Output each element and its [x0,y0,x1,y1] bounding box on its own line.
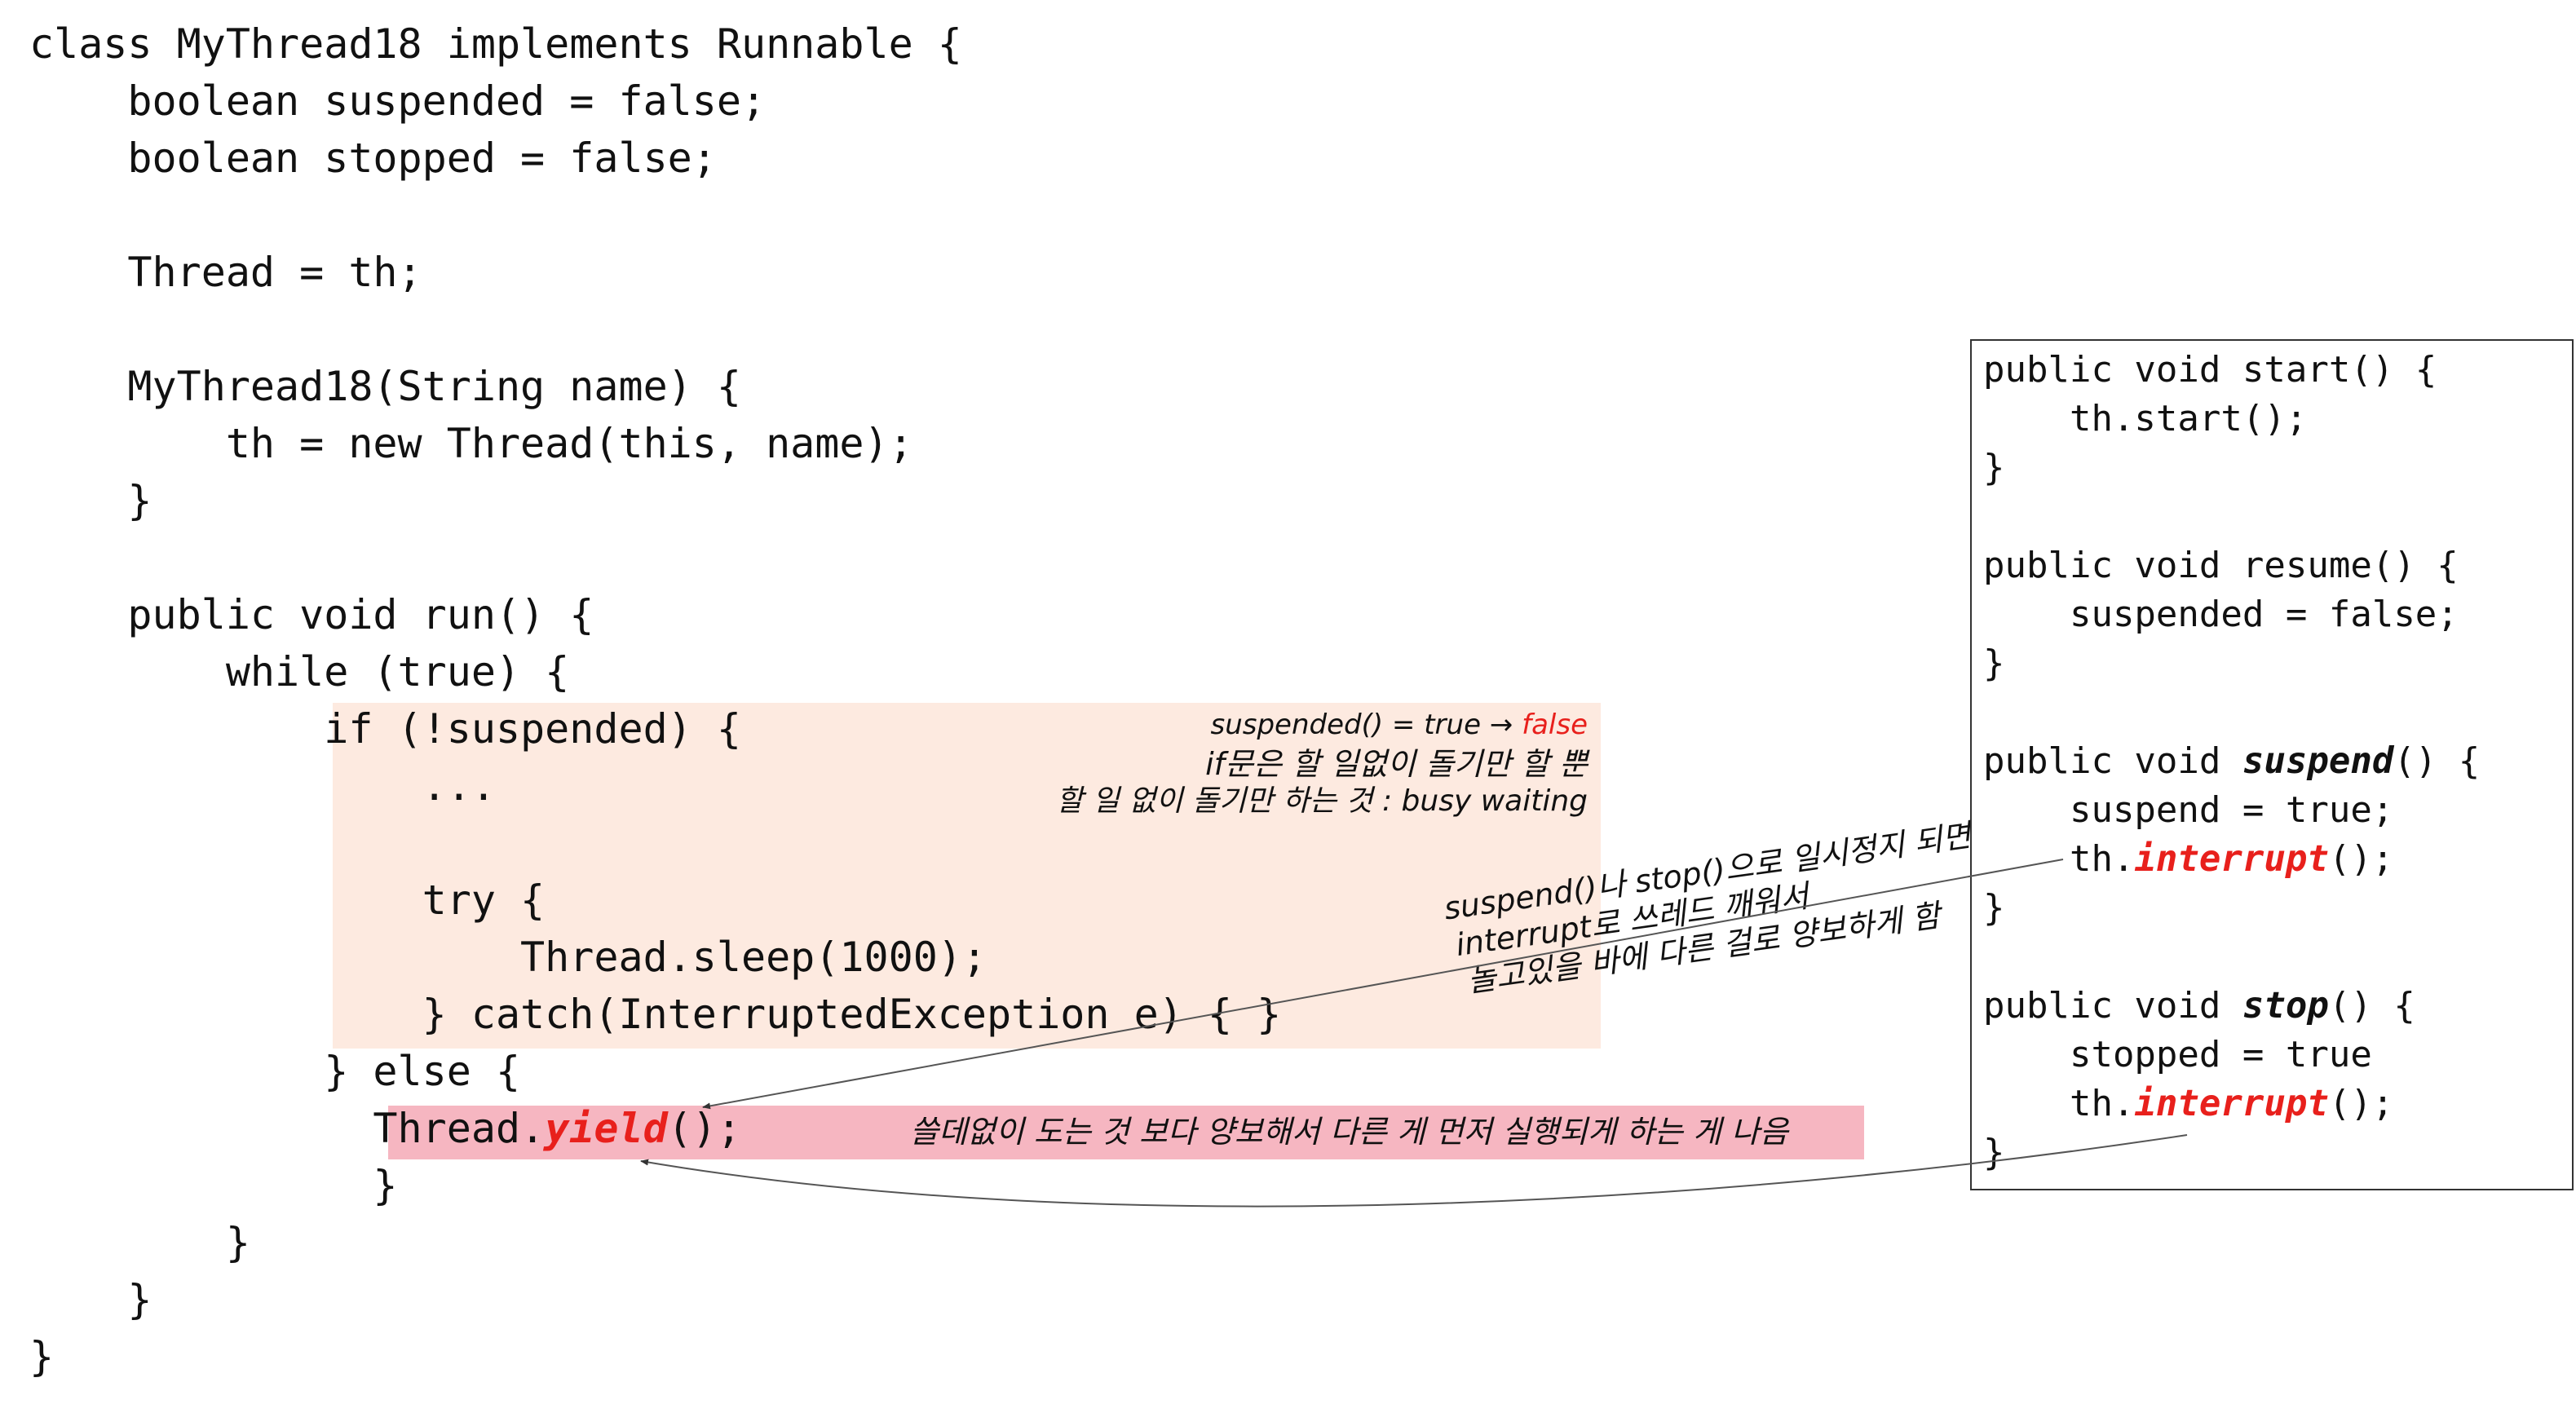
interrupt-arrows [640,859,2188,1208]
arrow-suspend-interrupt-to-yield [702,859,2064,1110]
arrow-stop-interrupt-to-yield [640,1134,2188,1208]
